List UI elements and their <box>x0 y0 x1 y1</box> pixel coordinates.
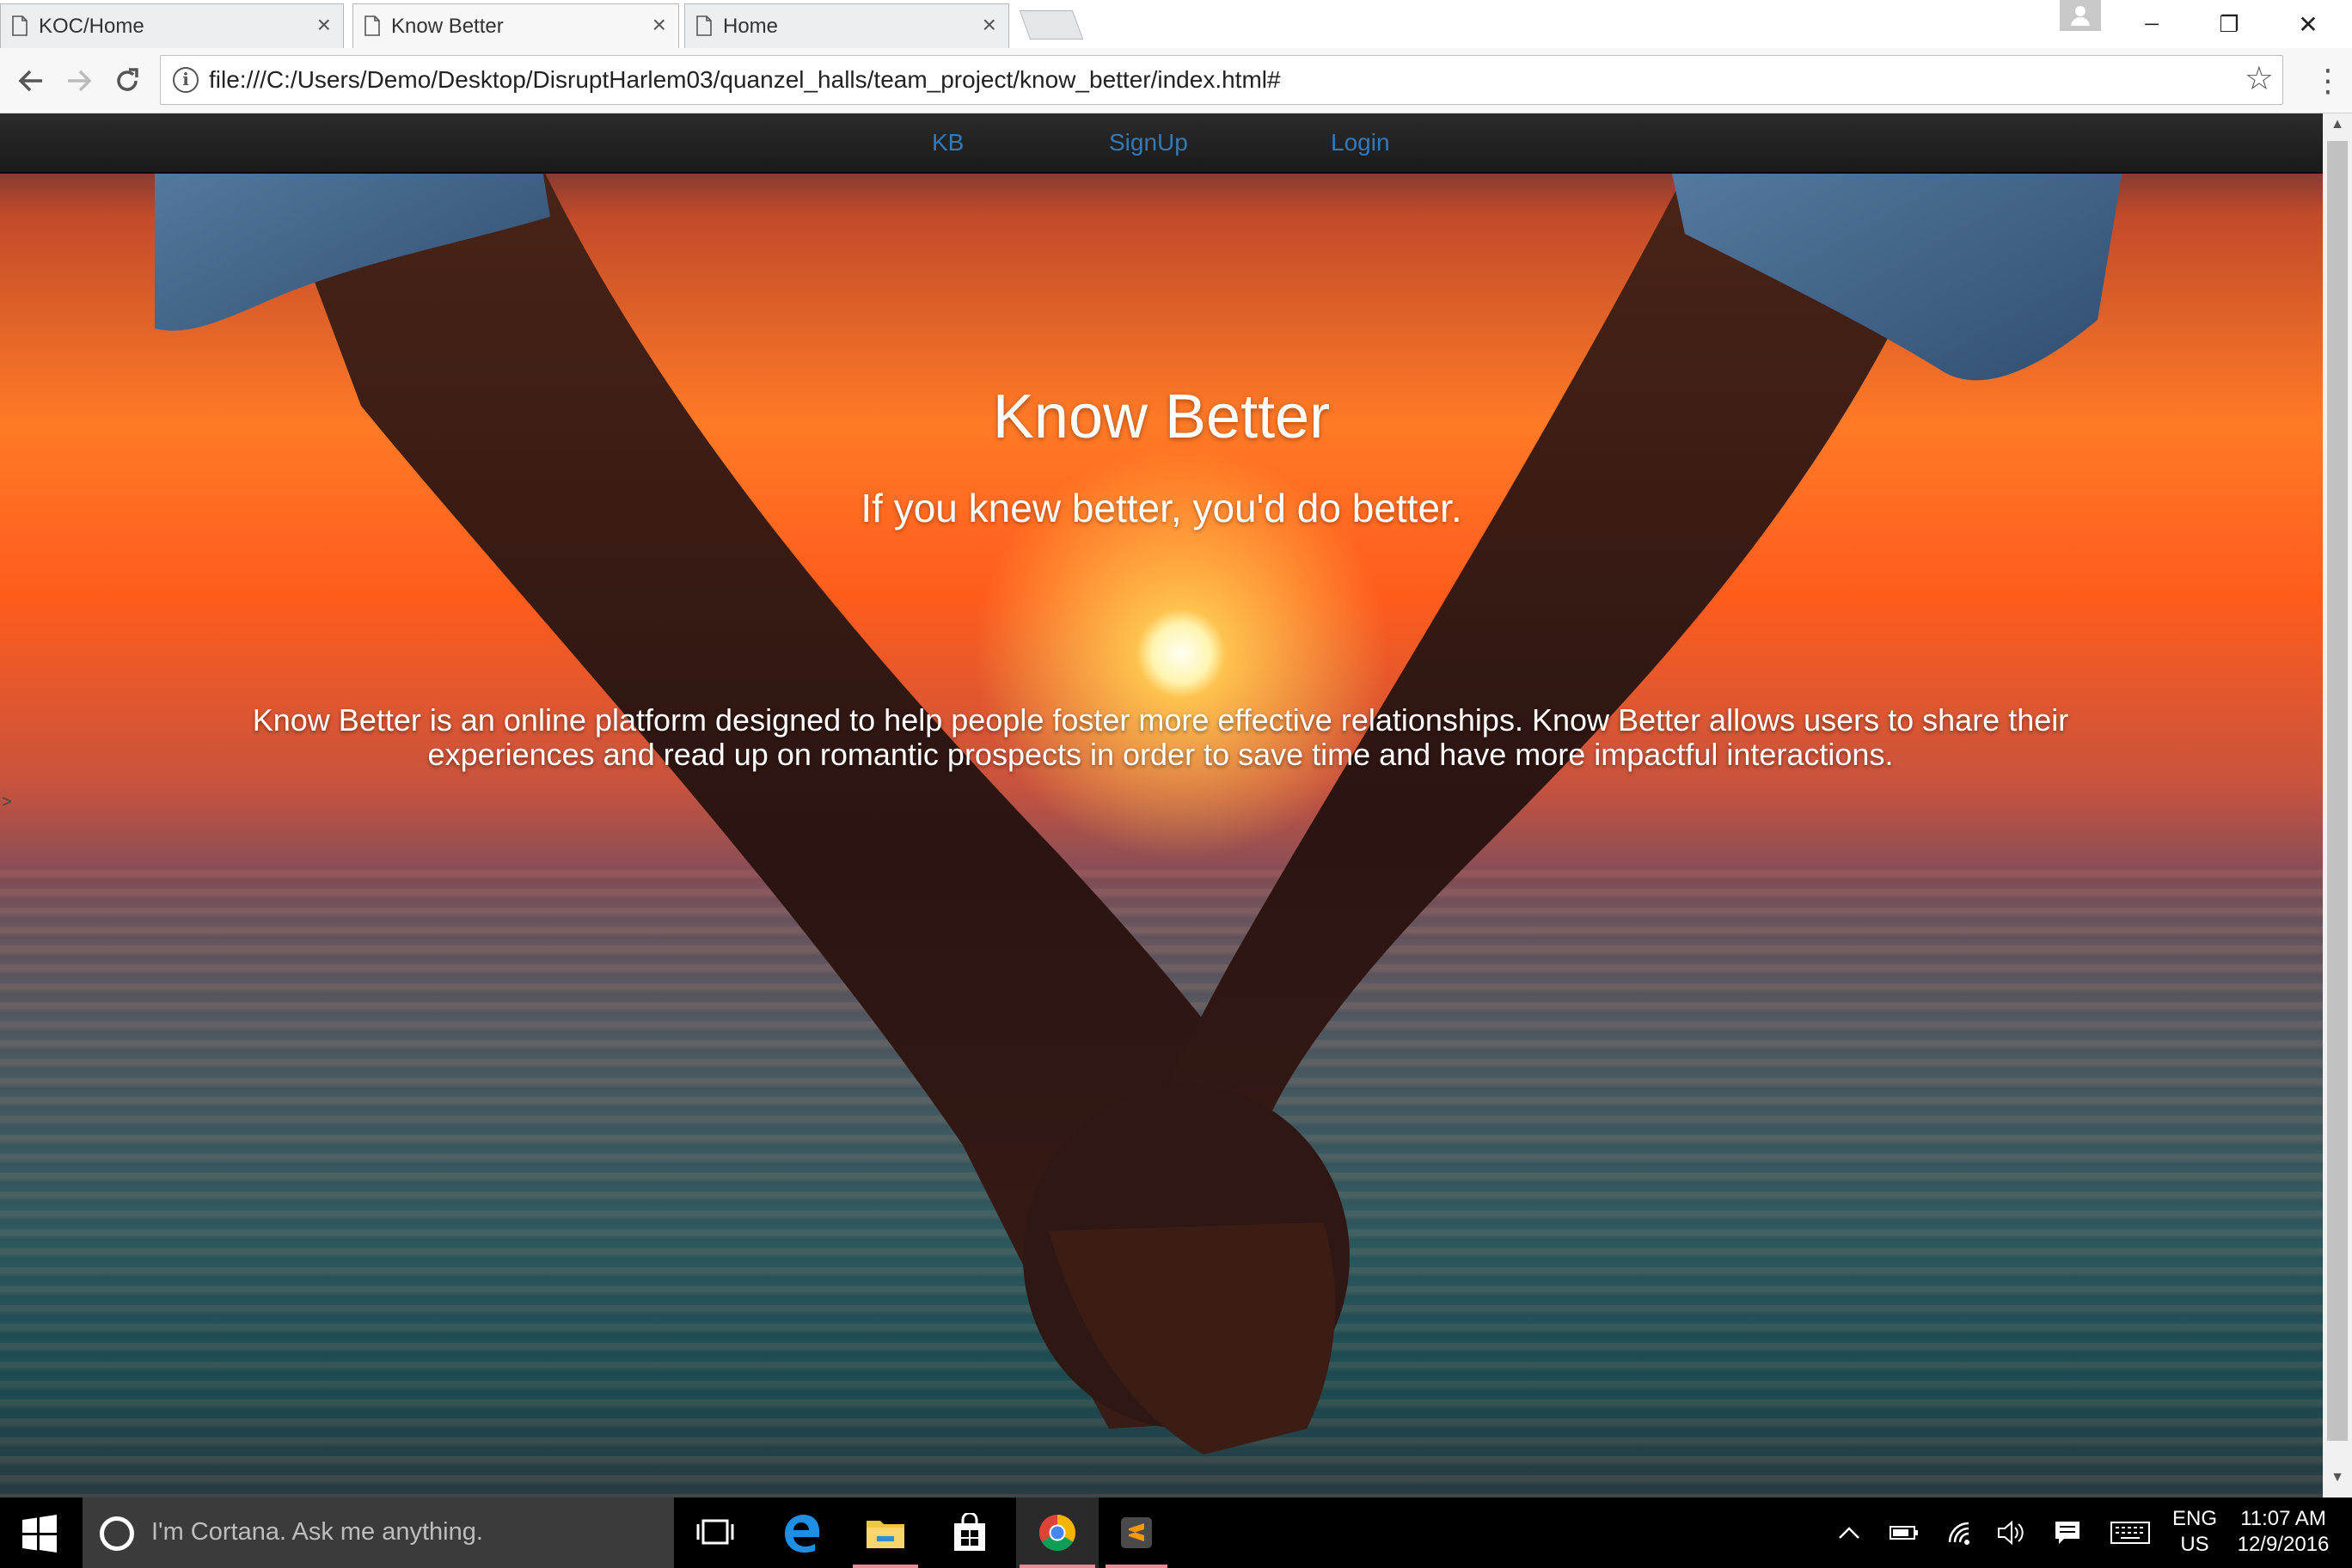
notification-icon <box>2055 1522 2079 1544</box>
browser-tab-strip: KOC/Home × Know Better × Home × ─ ❐ ✕ <box>0 0 2352 48</box>
forward-arrow-icon <box>68 70 92 92</box>
nav-link-signup[interactable]: SignUp <box>1109 129 1188 156</box>
clock-date: 12/9/2016 <box>2237 1533 2330 1556</box>
reload-icon <box>117 68 138 91</box>
chrome-icon <box>1038 1515 1076 1552</box>
cortana-icon <box>100 1516 134 1551</box>
close-tab-icon[interactable]: × <box>317 13 331 37</box>
url-text[interactable]: file:///C:/Users/Demo/Desktop/DisruptHar… <box>209 66 1281 94</box>
page-icon <box>12 15 28 36</box>
holding-hands-photo <box>155 113 2132 1455</box>
task-view-button[interactable] <box>679 1498 751 1568</box>
battery-status[interactable] <box>1884 1498 1924 1568</box>
page-icon <box>696 15 712 36</box>
nav-brand-kb[interactable]: KB <box>932 129 964 156</box>
hero-tagline: If you knew better, you'd do better. <box>861 486 1462 530</box>
hero-title: Know Better <box>992 383 1331 451</box>
clock[interactable]: 11:07 AM 12/9/2016 <box>2226 1506 2340 1558</box>
minimize-button[interactable]: ─ <box>2113 0 2190 48</box>
folder-icon <box>867 1521 904 1548</box>
bookmark-star-icon[interactable]: ☆ <box>2245 59 2274 98</box>
tab-know-better[interactable]: Know Better × <box>352 3 679 48</box>
close-tab-icon[interactable]: × <box>652 13 666 37</box>
nav-link-login[interactable]: Login <box>1331 129 1390 156</box>
restore-button[interactable]: ❐ <box>2190 0 2268 48</box>
scroll-down-arrow-icon[interactable]: ▼ <box>2323 1470 2352 1491</box>
store-app[interactable] <box>934 1498 1006 1568</box>
speaker-icon <box>1998 1520 2024 1546</box>
sublime-text-app[interactable] <box>1102 1498 1171 1568</box>
region-code: US <box>2180 1533 2209 1556</box>
task-view-icon <box>696 1519 734 1545</box>
vertical-scrollbar[interactable]: ▲ ▼ <box>2323 113 2352 1498</box>
chrome-app[interactable] <box>1016 1498 1099 1568</box>
stray-text: > <box>2 793 12 812</box>
language-code: ENG <box>2171 1507 2217 1530</box>
scrollbar-thumb[interactable] <box>2327 141 2348 1441</box>
scroll-up-arrow-icon[interactable]: ▲ <box>2323 117 2352 138</box>
windows-start-icon[interactable] <box>19 1513 60 1554</box>
tab-title: KOC/Home <box>39 14 144 38</box>
browser-menu-button[interactable]: ⋮ <box>2311 60 2345 101</box>
close-icon: ✕ <box>2298 10 2318 38</box>
browser-toolbar: i file:///C:/Users/Demo/Desktop/DisruptH… <box>0 48 2352 113</box>
close-window-button[interactable]: ✕ <box>2269 0 2347 48</box>
action-center-button[interactable] <box>2048 1498 2087 1568</box>
hero-description: Know Better is an online platform design… <box>252 702 2069 772</box>
back-arrow-icon <box>18 70 42 92</box>
tab-title: Know Better <box>391 14 504 38</box>
new-tab-button[interactable] <box>1019 10 1084 40</box>
network-status[interactable] <box>1941 1498 1981 1568</box>
input-language[interactable]: ENG US <box>2165 1506 2225 1558</box>
kebab-menu-icon: ⋮ <box>2312 63 2343 98</box>
wifi-icon <box>1948 1522 1969 1545</box>
volume-control[interactable] <box>1991 1498 2030 1568</box>
sublime-text-icon <box>1121 1517 1152 1548</box>
file-explorer-app[interactable] <box>849 1498 922 1568</box>
page-icon <box>364 15 380 36</box>
address-bar[interactable]: i file:///C:/Users/Demo/Desktop/DisruptH… <box>160 55 2283 105</box>
person-icon <box>2071 6 2090 26</box>
store-icon <box>954 1513 985 1551</box>
reload-button[interactable] <box>107 60 148 101</box>
page-viewport: KB SignUp Login Know Better If you knew … <box>0 113 2323 1498</box>
search-placeholder: I'm Cortana. Ask me anything. <box>151 1518 483 1546</box>
back-button[interactable] <box>10 60 52 101</box>
tab-title: Home <box>723 14 779 38</box>
cortana-search-box[interactable]: I'm Cortana. Ask me anything. <box>83 1498 674 1568</box>
tab-home[interactable]: Home × <box>684 3 1009 48</box>
battery-icon <box>1890 1526 1918 1540</box>
windows-taskbar: I'm Cortana. Ask me anything. ENG US 11:… <box>0 1498 2352 1568</box>
site-navbar: KB SignUp Login <box>0 113 2323 174</box>
edge-icon <box>785 1515 819 1553</box>
clock-time: 11:07 AM <box>2240 1507 2326 1530</box>
forward-button[interactable] <box>58 60 100 101</box>
edge-app[interactable] <box>765 1498 837 1568</box>
show-hidden-icons-button[interactable] <box>1829 1498 1869 1568</box>
restore-icon: ❐ <box>2219 10 2239 37</box>
touch-keyboard-button[interactable] <box>2106 1498 2154 1568</box>
tab-koc-home[interactable]: KOC/Home × <box>0 3 344 48</box>
keyboard-icon <box>2110 1522 2150 1544</box>
chevron-up-icon <box>1839 1527 1859 1539</box>
close-tab-icon[interactable]: × <box>983 13 996 37</box>
profile-button[interactable] <box>2060 0 2101 31</box>
minimize-icon: ─ <box>2145 13 2159 34</box>
info-icon[interactable]: i <box>173 67 199 93</box>
